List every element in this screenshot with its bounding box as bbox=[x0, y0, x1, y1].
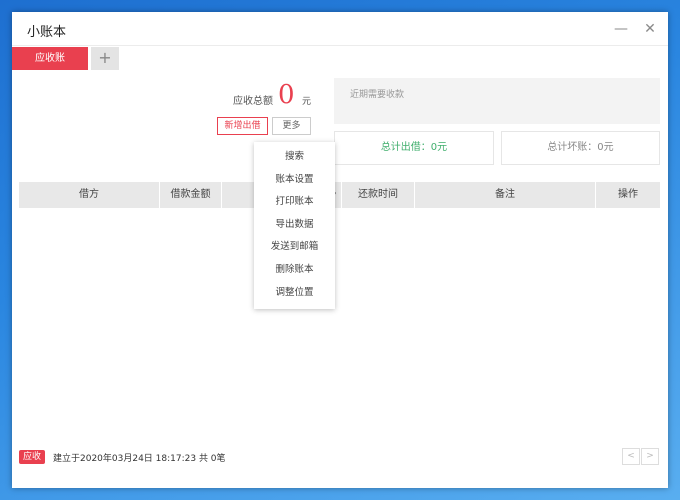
menu-item-print[interactable]: 打印账本 bbox=[254, 191, 335, 214]
table-header: 借方 借款金额 应收 ▼ 还款时间 备注 操作 bbox=[19, 182, 660, 208]
total-bad-debt-stat: 总计坏账：0元 bbox=[501, 131, 660, 165]
recent-collection-panel: 近期需要收款 bbox=[334, 78, 660, 124]
minimize-icon[interactable]: — bbox=[610, 18, 632, 40]
next-page-button[interactable]: > bbox=[641, 448, 659, 465]
total-label: 应收总额 bbox=[233, 96, 273, 107]
more-dropdown-menu: 搜索 账本设置 打印账本 导出数据 发送到邮箱 删除账本 调整位置 bbox=[254, 142, 335, 309]
app-title: 小账本 bbox=[27, 25, 67, 40]
more-button[interactable]: 更多 bbox=[272, 117, 311, 135]
column-repay-time[interactable]: 还款时间 bbox=[342, 182, 415, 208]
title-bar: 小账本 — ✕ bbox=[12, 12, 668, 46]
menu-item-send-email[interactable]: 发送到邮箱 bbox=[254, 236, 335, 259]
close-icon[interactable]: ✕ bbox=[639, 18, 661, 40]
status-badge: 应收 bbox=[19, 450, 45, 464]
recent-collection-label: 近期需要收款 bbox=[350, 90, 405, 100]
menu-item-export[interactable]: 导出数据 bbox=[254, 214, 335, 237]
column-notes[interactable]: 备注 bbox=[415, 182, 596, 208]
menu-item-delete[interactable]: 删除账本 bbox=[254, 259, 335, 282]
tab-bar: 应收账 + bbox=[12, 46, 668, 70]
column-amount[interactable]: 借款金额 bbox=[160, 182, 222, 208]
column-borrower[interactable]: 借方 bbox=[19, 182, 160, 208]
column-actions[interactable]: 操作 bbox=[596, 182, 660, 208]
tab-receivables[interactable]: 应收账 bbox=[12, 47, 88, 70]
total-unit: 元 bbox=[302, 97, 312, 107]
menu-item-book-settings[interactable]: 账本设置 bbox=[254, 169, 335, 192]
total-lent-stat: 总计出借：0元 bbox=[334, 131, 494, 165]
total-value: 0 bbox=[278, 80, 295, 110]
footer-info: 建立于2020年03月24日 18:17:23 共 0笔 bbox=[53, 454, 226, 464]
app-window: 小账本 — ✕ 应收账 + 应收总额 0 元 新增出借 更多 近期需要收款 总计… bbox=[12, 12, 668, 488]
menu-item-reposition[interactable]: 调整位置 bbox=[254, 282, 335, 305]
prev-page-button[interactable]: < bbox=[622, 448, 640, 465]
add-tab-button[interactable]: + bbox=[91, 47, 119, 70]
new-loan-button[interactable]: 新增出借 bbox=[217, 117, 268, 135]
menu-item-search[interactable]: 搜索 bbox=[254, 146, 335, 169]
